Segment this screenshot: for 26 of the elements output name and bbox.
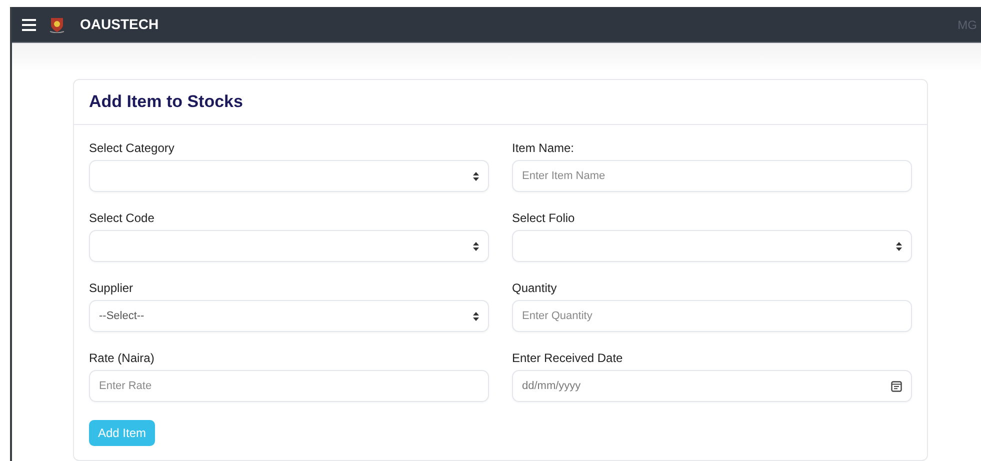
- field-label: Rate (Naira): [89, 351, 156, 367]
- select-field[interactable]: --Select--: [89, 300, 489, 332]
- field-label: Supplier: [89, 281, 134, 297]
- input-field[interactable]: Enter Item Name: [512, 160, 912, 192]
- field-label: Quantity: [512, 281, 558, 297]
- sort-icon: [473, 172, 479, 180]
- crest-logo-icon: [50, 16, 64, 32]
- input-field[interactable]: Enter Quantity: [512, 300, 912, 332]
- field-label: Enter Received Date: [512, 351, 624, 367]
- sort-icon: [473, 312, 479, 320]
- card-title: Add Item to Stocks: [89, 91, 243, 114]
- field-label: Select Code: [89, 211, 156, 227]
- brand-name[interactable]: OAUSTECH: [80, 14, 159, 35]
- sort-icon: [473, 242, 479, 250]
- select-value: --Select--: [99, 308, 144, 324]
- date-field[interactable]: dd/mm/yyyy: [512, 370, 912, 402]
- menu-icon[interactable]: [22, 18, 36, 30]
- field-label: Select Folio: [512, 211, 576, 227]
- select-field[interactable]: [89, 160, 489, 192]
- select-field[interactable]: [89, 230, 489, 262]
- calendar-icon: [891, 380, 902, 392]
- sort-icon: [896, 242, 902, 250]
- field-label: Item Name:: [512, 141, 576, 157]
- input-field[interactable]: Enter Rate: [89, 370, 489, 402]
- select-field[interactable]: [512, 230, 912, 262]
- field-label: Select Category: [89, 141, 176, 157]
